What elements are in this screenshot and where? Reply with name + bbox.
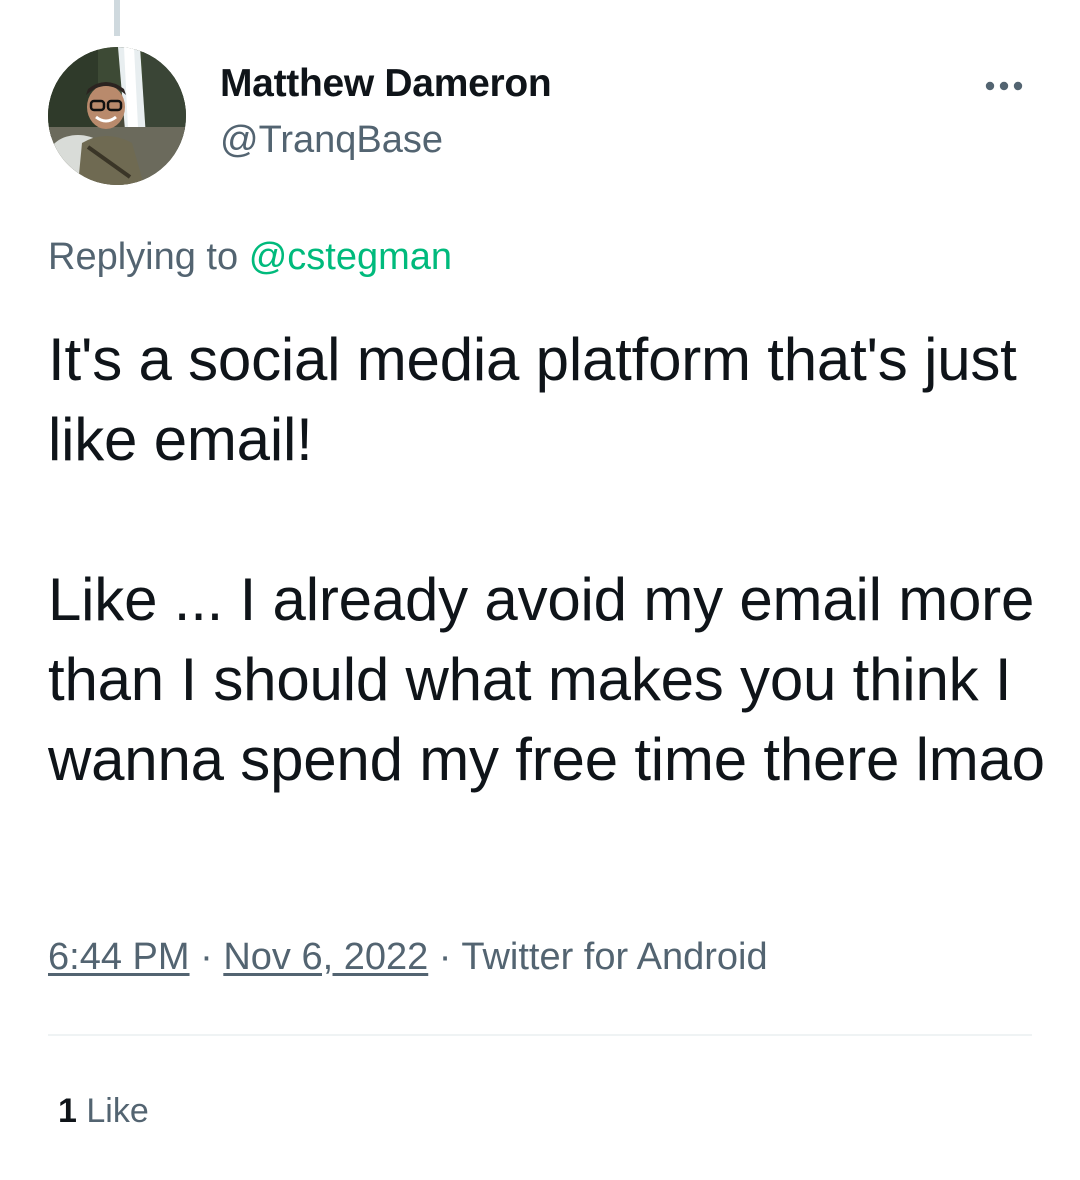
tweet-time-link[interactable]: 6:44 PM <box>48 936 190 978</box>
more-options-button[interactable] <box>980 66 1036 106</box>
user-avatar-image <box>48 47 186 185</box>
author-display-name[interactable]: Matthew Dameron <box>220 62 552 106</box>
author-handle[interactable]: @TranqBase <box>220 119 443 162</box>
tweet-date-link[interactable]: Nov 6, 2022 <box>223 936 428 978</box>
replying-to-label: Replying to <box>48 236 239 278</box>
tweet-metadata: 6:44 PM · Nov 6, 2022 · Twitter for Andr… <box>48 936 768 979</box>
meta-separator-dot: · <box>438 936 452 978</box>
thread-connector-line <box>114 0 120 36</box>
tweet-text: It's a social media platform that's just… <box>48 326 1045 793</box>
tweet-source: Twitter for Android <box>461 936 768 978</box>
likes-label: Like <box>86 1092 149 1130</box>
replying-to-line: Replying to @cstegman <box>48 236 452 279</box>
meta-separator-dot: · <box>200 936 213 978</box>
reply-mention-link[interactable]: @cstegman <box>249 236 452 278</box>
more-horizontal-icon <box>985 81 1023 91</box>
avatar[interactable] <box>48 47 186 185</box>
divider <box>48 1034 1032 1036</box>
likes-stat[interactable]: 1 Like <box>58 1092 149 1131</box>
likes-count: 1 <box>58 1092 77 1130</box>
